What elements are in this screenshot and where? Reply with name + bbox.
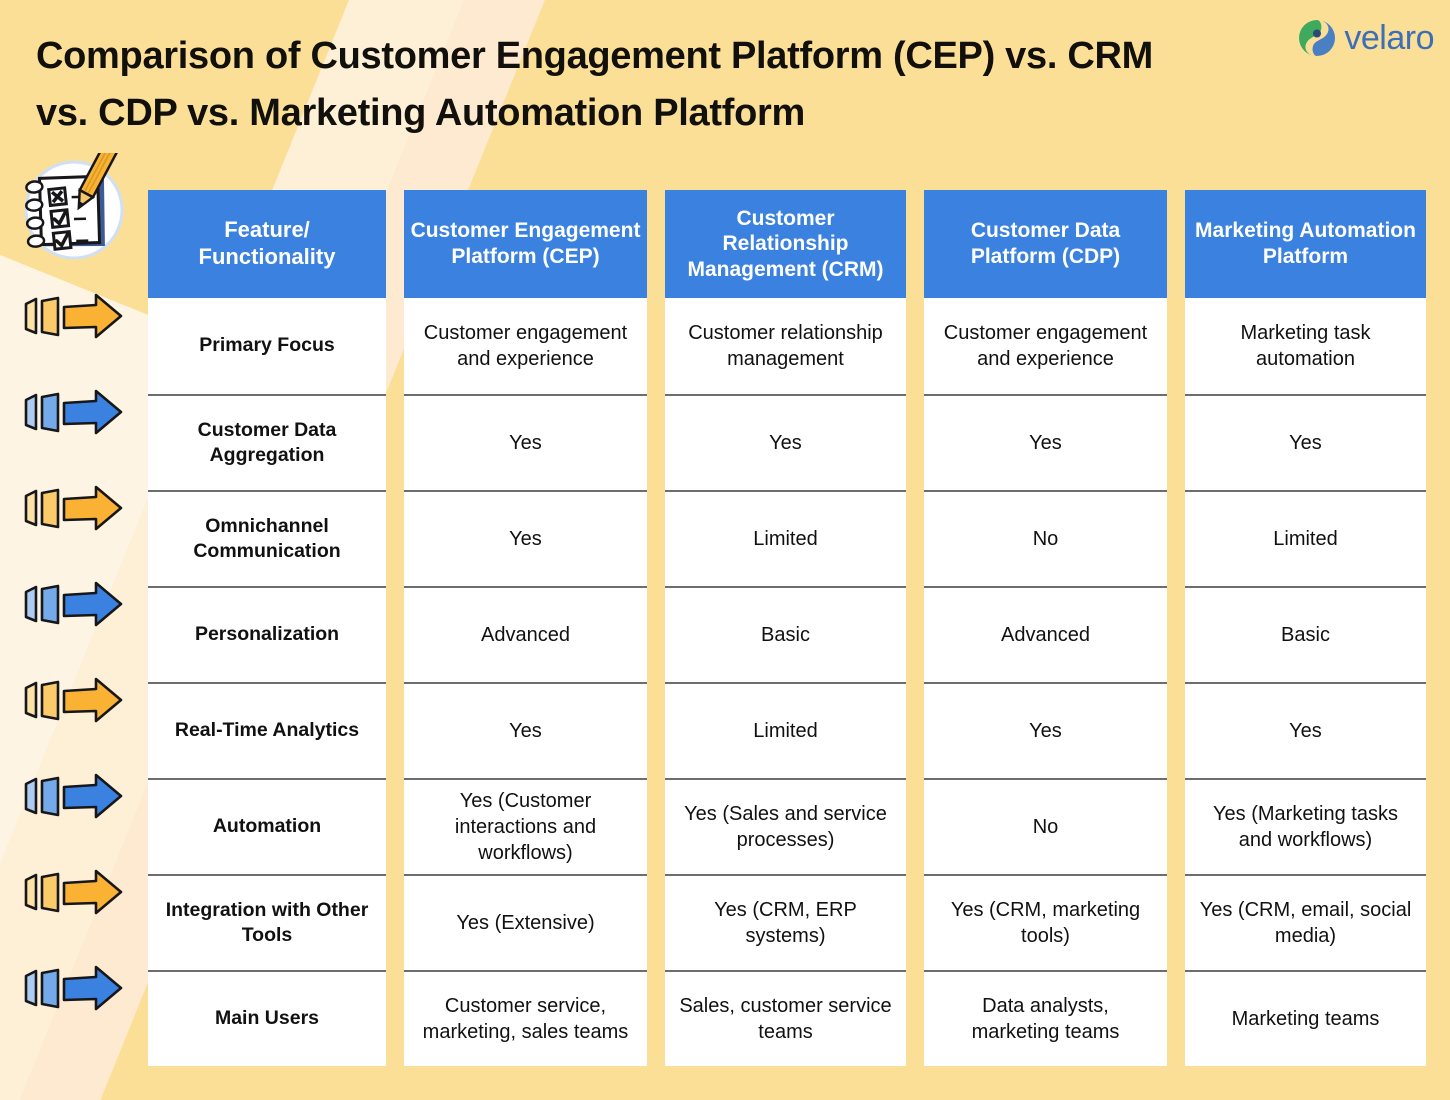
table-cell-cdp: Data analysts, marketing teams bbox=[924, 970, 1167, 1066]
table-cell-map: Basic bbox=[1185, 586, 1426, 682]
table-cell-map: Limited bbox=[1185, 490, 1426, 586]
infographic-page: Comparison of Customer Engagement Platfo… bbox=[0, 0, 1450, 1100]
arrow-icon-orange bbox=[0, 652, 148, 748]
table-cell-feature: Omnichannel Communication bbox=[148, 490, 386, 586]
table-cell-map: Marketing teams bbox=[1185, 970, 1426, 1066]
table-cell-cdp: Advanced bbox=[924, 586, 1167, 682]
table-cell-crm: Yes (Sales and service processes) bbox=[665, 778, 906, 874]
table-cell-cdp: Yes bbox=[924, 682, 1167, 778]
table-cell-cep: Yes (Extensive) bbox=[404, 874, 647, 970]
column-header-feature: Feature/ Functionality bbox=[148, 190, 386, 298]
table-cell-feature: Customer Data Aggregation bbox=[148, 394, 386, 490]
table-cell-cep: Yes bbox=[404, 682, 647, 778]
table-cell-crm: Sales, customer service teams bbox=[665, 970, 906, 1066]
table-cell-cep: Yes (Customer interactions and workflows… bbox=[404, 778, 647, 874]
table-cell-crm: Limited bbox=[665, 490, 906, 586]
table-cell-cep: Customer engagement and experience bbox=[404, 298, 647, 394]
velaro-logo: velaro bbox=[1297, 18, 1434, 58]
arrow-icon-blue bbox=[0, 364, 148, 460]
table-cell-cdp: Yes (CRM, marketing tools) bbox=[924, 874, 1167, 970]
column-gap bbox=[386, 190, 404, 1066]
checklist-clipboard-icon bbox=[0, 150, 148, 268]
column-marketing-automation: Marketing Automation Platform Marketing … bbox=[1185, 190, 1426, 1066]
column-header-marketing-automation: Marketing Automation Platform bbox=[1185, 190, 1426, 298]
icon-column bbox=[0, 150, 148, 1036]
table-cell-crm: Yes (CRM, ERP systems) bbox=[665, 874, 906, 970]
column-cep: Customer Engagement Platform (CEP) Custo… bbox=[404, 190, 647, 1066]
table-cell-feature: Real-Time Analytics bbox=[148, 682, 386, 778]
table-cell-feature: Personalization bbox=[148, 586, 386, 682]
table-cell-feature: Primary Focus bbox=[148, 298, 386, 394]
column-header-cdp: Customer Data Platform (CDP) bbox=[924, 190, 1167, 298]
table-cell-cep: Yes bbox=[404, 394, 647, 490]
table-cell-feature: Automation bbox=[148, 778, 386, 874]
column-feature: Feature/ Functionality Primary Focus Cus… bbox=[148, 190, 386, 1066]
column-cdp: Customer Data Platform (CDP) Customer en… bbox=[924, 190, 1167, 1066]
table-cell-crm: Limited bbox=[665, 682, 906, 778]
table-cell-feature: Main Users bbox=[148, 970, 386, 1066]
arrow-icon-blue bbox=[0, 748, 148, 844]
table-cell-cdp: Yes bbox=[924, 394, 1167, 490]
page-title: Comparison of Customer Engagement Platfo… bbox=[36, 35, 1154, 134]
table-cell-cep: Advanced bbox=[404, 586, 647, 682]
column-header-cep: Customer Engagement Platform (CEP) bbox=[404, 190, 647, 298]
column-gap bbox=[906, 190, 924, 1066]
table-cell-map: Marketing task automation bbox=[1185, 298, 1426, 394]
table-cell-cdp: No bbox=[924, 778, 1167, 874]
velaro-wordmark: velaro bbox=[1344, 18, 1434, 57]
table-cell-map: Yes (CRM, email, social media) bbox=[1185, 874, 1426, 970]
table-cell-cep: Yes bbox=[404, 490, 647, 586]
table-cell-feature: Integration with Other Tools bbox=[148, 874, 386, 970]
table-cell-map: Yes bbox=[1185, 682, 1426, 778]
column-header-crm: Customer Relationship Management (CRM) bbox=[665, 190, 906, 298]
arrow-icon-orange bbox=[0, 268, 148, 364]
table-grid: Feature/ Functionality Primary Focus Cus… bbox=[148, 190, 1438, 1066]
table-cell-cdp: Customer engagement and experience bbox=[924, 298, 1167, 394]
table-cell-cdp: No bbox=[924, 490, 1167, 586]
table-cell-cep: Customer service, marketing, sales teams bbox=[404, 970, 647, 1066]
arrow-icon-orange bbox=[0, 460, 148, 556]
arrow-icon-blue bbox=[0, 556, 148, 652]
table-cell-crm: Yes bbox=[665, 394, 906, 490]
column-gap bbox=[647, 190, 665, 1066]
table-cell-map: Yes bbox=[1185, 394, 1426, 490]
arrow-icon-blue bbox=[0, 940, 148, 1036]
column-crm: Customer Relationship Management (CRM) C… bbox=[665, 190, 906, 1066]
table-cell-crm: Basic bbox=[665, 586, 906, 682]
velaro-mark-icon bbox=[1297, 18, 1337, 58]
table-cell-crm: Customer relationship management bbox=[665, 298, 906, 394]
arrow-icon-orange bbox=[0, 844, 148, 940]
column-gap bbox=[1167, 190, 1185, 1066]
table-cell-map: Yes (Marketing tasks and workflows) bbox=[1185, 778, 1426, 874]
